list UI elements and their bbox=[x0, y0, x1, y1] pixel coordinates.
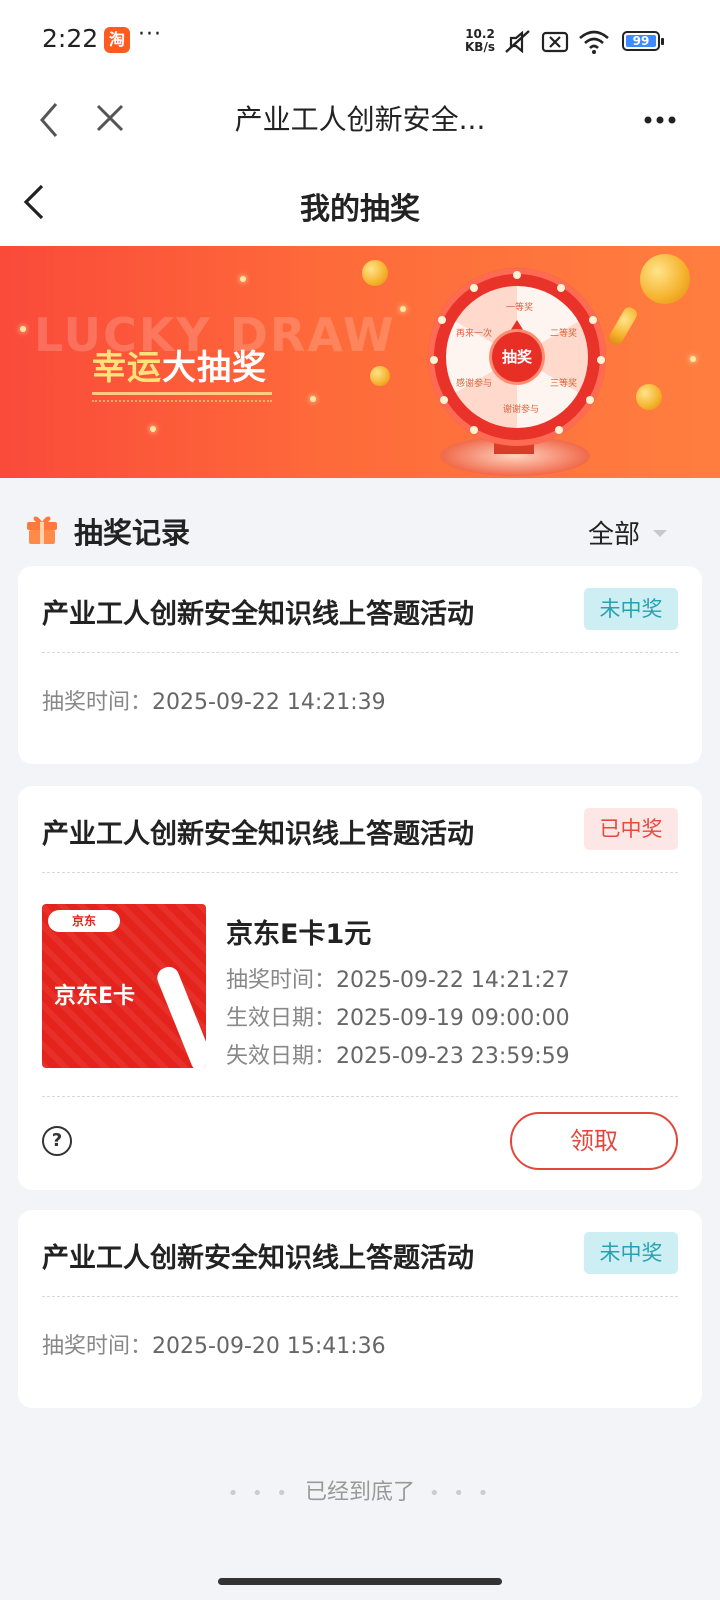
divider bbox=[42, 1296, 678, 1297]
draw-time-label: 抽奖时间： bbox=[42, 1334, 153, 1359]
draw-time-label: 抽奖时间： bbox=[226, 968, 337, 993]
expire-date-label: 失效日期： bbox=[226, 1044, 337, 1069]
record-activity-title: 产业工人创新安全知识线上答题活动 bbox=[42, 1243, 474, 1274]
draw-time: 抽奖时间：2025-09-22 14:21:39 bbox=[42, 684, 386, 716]
records-header: 抽奖记录 全部 bbox=[0, 478, 720, 578]
status-more-dots: ··· bbox=[138, 22, 162, 47]
draw-time-value: 2025-09-22 14:21:27 bbox=[336, 968, 570, 993]
wheel-bulb bbox=[430, 356, 438, 364]
record-card: 产业工人创新安全知识线上答题活动 未中奖 抽奖时间：2025-09-22 14:… bbox=[18, 566, 702, 764]
status-badge: 已中奖 bbox=[584, 808, 678, 850]
effective-date: 生效日期：2025-09-19 09:00:00 bbox=[226, 1000, 570, 1032]
wifi-icon bbox=[579, 30, 609, 54]
network-speed-unit: KB/s bbox=[465, 40, 495, 54]
sparkle-icon bbox=[690, 356, 696, 362]
draw-time-label: 抽奖时间： bbox=[42, 690, 153, 715]
wheel-bulb bbox=[470, 426, 478, 434]
coin-icon bbox=[640, 254, 690, 304]
lucky-draw-banner: LUCKY DRAW 幸运大抽奖 一等奖 二等奖 三等奖 谢谢参与 感谢参与 再… bbox=[0, 246, 720, 478]
no-sim-icon bbox=[541, 31, 569, 53]
claim-button[interactable]: 领取 bbox=[510, 1112, 678, 1170]
sparkle-icon bbox=[150, 426, 156, 432]
wheel-bulb bbox=[586, 396, 594, 404]
battery-icon: 99 bbox=[622, 31, 664, 51]
coin-icon bbox=[606, 305, 640, 347]
wheel-bulb bbox=[513, 271, 521, 279]
coin-icon bbox=[636, 384, 662, 410]
banner-underline bbox=[92, 392, 272, 395]
gift-icon bbox=[27, 516, 57, 544]
wheel-bulb bbox=[557, 284, 565, 292]
sparkle-icon bbox=[20, 326, 26, 332]
divider bbox=[42, 652, 678, 653]
draw-time: 抽奖时间：2025-09-20 15:41:36 bbox=[42, 1328, 386, 1360]
wheel-label: 谢谢参与 bbox=[503, 405, 540, 415]
page-header: 我的抽奖 bbox=[0, 156, 720, 246]
wheel-bulb bbox=[555, 426, 563, 434]
sparkle-icon bbox=[310, 396, 316, 402]
record-activity-title: 产业工人创新安全知识线上答题活动 bbox=[42, 819, 474, 850]
wheel-bulb bbox=[470, 284, 478, 292]
wheel-label: 感谢参与 bbox=[456, 379, 493, 389]
wheel-label: 二等奖 bbox=[550, 329, 578, 339]
coin-icon bbox=[370, 366, 390, 386]
divider bbox=[42, 1096, 678, 1097]
jd-ecard-image: 京东 京东E卡 bbox=[42, 904, 206, 1068]
banner-title: 幸运大抽奖 bbox=[92, 340, 267, 389]
expire-date: 失效日期：2025-09-23 23:59:59 bbox=[226, 1038, 570, 1070]
wheel-bulb bbox=[597, 356, 605, 364]
record-card: 产业工人创新安全知识线上答题活动 未中奖 抽奖时间：2025-09-20 15:… bbox=[18, 1210, 702, 1408]
jd-logo: 京东 bbox=[48, 910, 120, 932]
battery-level: 99 bbox=[626, 35, 656, 47]
mute-icon bbox=[505, 30, 530, 54]
status-bar: 2:22 淘 ··· 10.2 KB/s 99 bbox=[0, 0, 720, 84]
status-badge: 未中奖 bbox=[584, 1232, 678, 1274]
browser-title-bar: 产业工人创新安全... bbox=[0, 84, 720, 156]
effective-date-label: 生效日期： bbox=[226, 1006, 337, 1031]
network-speed: 10.2 KB/s bbox=[462, 28, 498, 54]
wheel-label: 一等奖 bbox=[506, 303, 534, 313]
wheel-bulb bbox=[440, 396, 448, 404]
draw-time-value: 2025-09-22 14:21:39 bbox=[152, 690, 386, 715]
records-filter[interactable]: 全部 bbox=[588, 514, 640, 551]
chevron-down-icon[interactable] bbox=[653, 530, 667, 537]
end-of-list: • • • 已经到底了 • • • bbox=[0, 1474, 720, 1506]
coin-icon bbox=[362, 260, 388, 286]
status-time: 2:22 bbox=[42, 24, 99, 53]
record-activity-title: 产业工人创新安全知识线上答题活动 bbox=[42, 599, 474, 630]
wheel-label: 三等奖 bbox=[550, 379, 578, 389]
more-icon[interactable] bbox=[640, 96, 680, 144]
wheel-draw-button: 抽奖 bbox=[492, 332, 542, 382]
back-icon[interactable] bbox=[30, 96, 70, 144]
sparkle-icon bbox=[400, 306, 406, 312]
records-title: 抽奖记录 bbox=[74, 516, 191, 550]
browser-title: 产业工人创新安全... bbox=[234, 103, 486, 136]
banner-underline-dots bbox=[92, 400, 272, 403]
expire-date-value: 2025-09-23 23:59:59 bbox=[336, 1044, 570, 1069]
help-icon[interactable]: ? bbox=[42, 1126, 72, 1156]
banner-title-highlight: 幸运 bbox=[92, 348, 162, 388]
status-badge: 未中奖 bbox=[584, 588, 678, 630]
draw-time: 抽奖时间：2025-09-22 14:21:27 bbox=[226, 962, 570, 994]
wheel-label: 再来一次 bbox=[456, 329, 493, 339]
taobao-app-icon: 淘 bbox=[104, 27, 130, 53]
sparkle-icon bbox=[240, 276, 246, 282]
draw-time-value: 2025-09-20 15:41:36 bbox=[152, 1334, 386, 1359]
page-title: 我的抽奖 bbox=[300, 192, 420, 227]
effective-date-value: 2025-09-19 09:00:00 bbox=[336, 1006, 570, 1031]
banner-title-rest: 大抽奖 bbox=[162, 348, 267, 388]
dots-right: • • • bbox=[429, 1483, 493, 1504]
dots-left: • • • bbox=[227, 1483, 291, 1504]
home-indicator[interactable] bbox=[218, 1578, 502, 1585]
wheel-bulb bbox=[589, 316, 597, 324]
close-icon[interactable] bbox=[90, 96, 130, 144]
end-text: 已经到底了 bbox=[304, 1480, 415, 1505]
wheel-bulb bbox=[438, 316, 446, 324]
record-card-winner: 产业工人创新安全知识线上答题活动 已中奖 京东 京东E卡 京东E卡1元 抽奖时间… bbox=[18, 786, 702, 1190]
jd-ecard-text: 京东E卡 bbox=[54, 984, 136, 1009]
prize-name: 京东E卡1元 bbox=[226, 919, 372, 950]
divider bbox=[42, 872, 678, 873]
